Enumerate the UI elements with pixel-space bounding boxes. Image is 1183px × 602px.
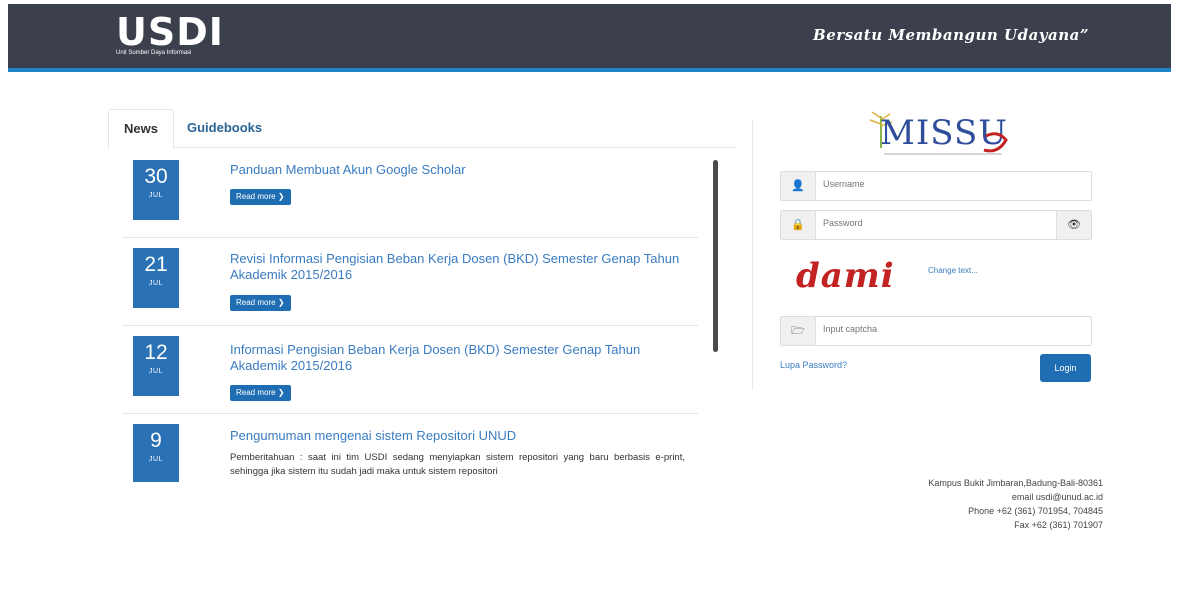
username-input[interactable]: [821, 178, 1045, 190]
date-day: 30: [144, 165, 168, 188]
news-title-link[interactable]: Informasi Pengisian Beban Kerja Dosen (B…: [230, 342, 680, 374]
username-field: 👤: [780, 171, 1092, 201]
tab-guidebooks[interactable]: Guidebooks: [187, 109, 262, 147]
usdi-logo[interactable]: USDI Unit Sumber Daya Informasi: [116, 12, 224, 56]
news-title-link[interactable]: Panduan Membuat Akun Google Scholar: [230, 162, 680, 178]
read-more-label: Read more: [236, 388, 276, 397]
read-more-label: Read more: [236, 192, 276, 201]
news-item: 21 JUL Revisi Informasi Pengisian Beban …: [122, 238, 698, 326]
news-title-link[interactable]: Pengumuman mengenai sistem Repositori UN…: [230, 428, 680, 444]
chevron-right-icon: ❯: [277, 192, 285, 201]
logo-swoosh-icon: [884, 132, 1008, 155]
captcha-image: dami: [796, 256, 895, 296]
captcha-input[interactable]: [821, 323, 1045, 335]
logo-title: USDI: [116, 10, 224, 54]
date-day: 21: [144, 253, 168, 276]
tab-news[interactable]: News: [108, 109, 174, 149]
forgot-password-link[interactable]: Lupa Password?: [780, 360, 847, 370]
news-item: 12 JUL Informasi Pengisian Beban Kerja D…: [122, 326, 698, 414]
news-item: 30 JUL Panduan Membuat Akun Google Schol…: [122, 150, 698, 238]
change-captcha-link[interactable]: Change text...: [928, 266, 978, 275]
date-month: JUL: [149, 280, 163, 287]
news-list: 30 JUL Panduan Membuat Akun Google Schol…: [122, 150, 698, 482]
folder-icon: 🗁: [781, 317, 816, 345]
eye-icon[interactable]: 👁: [1056, 211, 1091, 239]
user-icon: 👤: [781, 172, 816, 200]
fax-line: Fax +62 (361) 701907: [1014, 520, 1103, 530]
read-more-button[interactable]: Read more ❯: [230, 189, 291, 205]
news-item: 9 JUL Pengumuman mengenai sistem Reposit…: [122, 414, 698, 482]
password-field: 🔒 👁: [780, 210, 1092, 240]
date-badge: 12 JUL: [133, 336, 179, 396]
content-tabs: News Guidebooks: [108, 109, 736, 149]
address-line: Kampus Bukit Jimbaran,Badung-Bali-80361: [928, 478, 1103, 488]
news-scrollbar[interactable]: [713, 160, 718, 352]
login-button[interactable]: Login: [1040, 354, 1091, 382]
contact-address: Kampus Bukit Jimbaran,Badung-Bali-80361 …: [928, 476, 1103, 532]
date-day: 12: [144, 341, 168, 364]
date-month: JUL: [149, 192, 163, 199]
date-badge: 21 JUL: [133, 248, 179, 308]
phone-line: Phone +62 (361) 701954, 704845: [968, 506, 1103, 516]
news-title-link[interactable]: Revisi Informasi Pengisian Beban Kerja D…: [230, 251, 680, 283]
read-more-button[interactable]: Read more ❯: [230, 385, 291, 401]
date-month: JUL: [149, 456, 163, 463]
date-month: JUL: [149, 368, 163, 375]
date-badge: 9 JUL: [133, 424, 179, 482]
captcha-field: 🗁: [780, 316, 1092, 346]
email-line: email usdi@unud.ac.id: [1011, 492, 1103, 502]
header-accent-stripe: [8, 68, 1171, 72]
header-tagline: Bersatu Membangun Udayana”: [813, 26, 1089, 44]
news-excerpt: Pemberitahuan : saat ini tim USDI sedang…: [230, 452, 685, 477]
password-input[interactable]: [821, 217, 1045, 229]
date-badge: 30 JUL: [133, 160, 179, 220]
chevron-right-icon: ❯: [277, 388, 285, 397]
read-more-button[interactable]: Read more ❯: [230, 295, 291, 311]
missu-logo: MISSU: [866, 110, 1016, 160]
chevron-right-icon: ❯: [277, 298, 285, 307]
lock-icon: 🔒: [781, 211, 816, 239]
vertical-divider: [752, 120, 753, 390]
read-more-label: Read more: [236, 298, 276, 307]
date-day: 9: [150, 429, 162, 452]
